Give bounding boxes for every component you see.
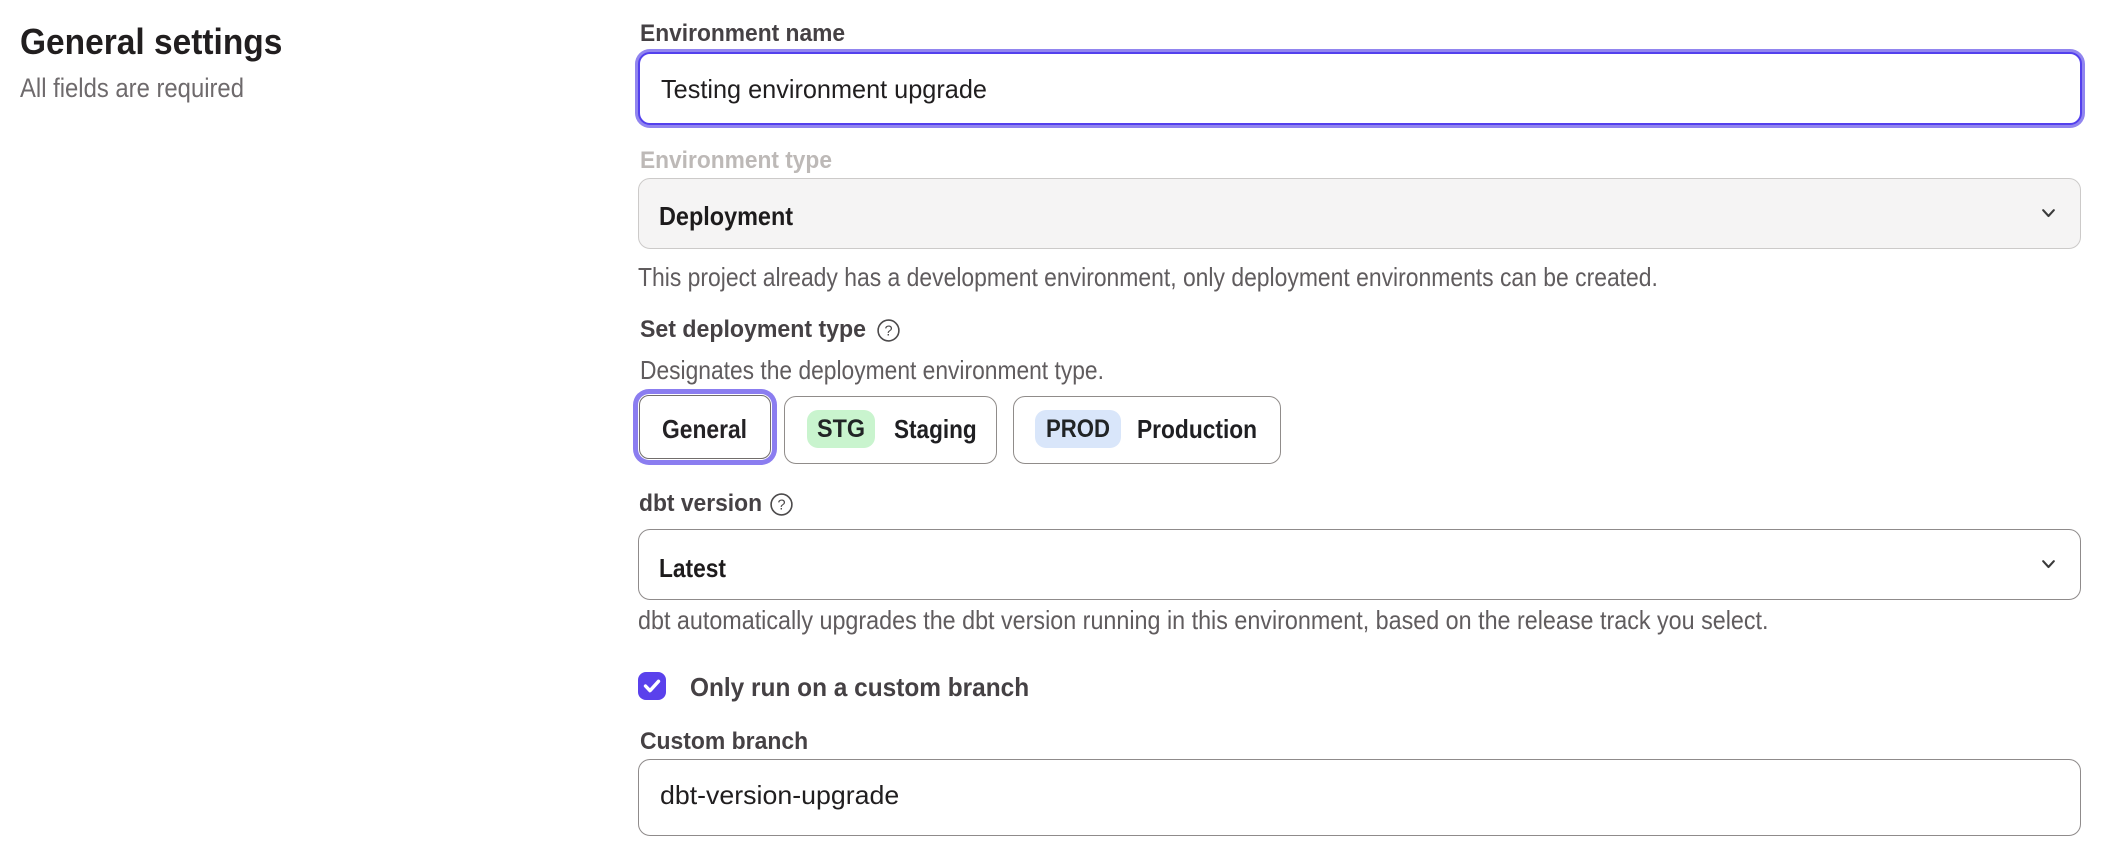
svg-text:?: ? — [884, 324, 892, 340]
svg-text:?: ? — [777, 498, 785, 514]
